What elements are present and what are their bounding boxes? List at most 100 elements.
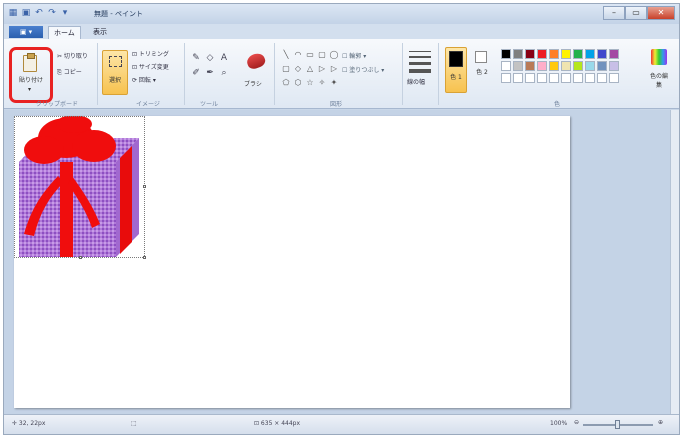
color1-label: 色 1	[450, 74, 462, 81]
resize-handle-bottom[interactable]	[79, 256, 82, 259]
undo-icon[interactable]: ↶	[34, 8, 44, 18]
cut-button[interactable]: ✂ 切り取り	[57, 51, 88, 60]
palette-swatch[interactable]	[513, 49, 523, 59]
color2-swatch	[475, 51, 487, 63]
palette-swatch[interactable]	[513, 61, 523, 71]
palette-swatch[interactable]	[561, 49, 571, 59]
palette-swatch[interactable]	[573, 73, 583, 83]
color1-button[interactable]: 色 1	[445, 47, 467, 93]
palette-swatch[interactable]	[561, 61, 571, 71]
zoom-in-button[interactable]: ⊕	[658, 419, 663, 426]
image-group-label: イメージ	[136, 101, 160, 108]
redo-icon[interactable]: ↷	[47, 8, 57, 18]
size-button[interactable]	[409, 51, 431, 77]
selection-size-icon: ⬚	[131, 420, 137, 427]
outline-button[interactable]: ☐ 輪郭 ▾	[342, 51, 366, 60]
zoom-slider-thumb[interactable]	[615, 420, 620, 429]
palette-swatch[interactable]	[549, 49, 559, 59]
select-button[interactable]: 選択	[102, 50, 128, 95]
select-label: 選択	[108, 77, 121, 84]
eraser-icon[interactable]: ✐	[190, 68, 202, 79]
save-icon[interactable]: ▣	[21, 8, 31, 18]
copy-button[interactable]: ⎘ コピー	[57, 67, 82, 77]
maximize-button[interactable]: ▭	[625, 6, 647, 20]
tools-group-label: ツール	[200, 101, 219, 108]
palette-swatch[interactable]	[597, 73, 607, 83]
group-separator	[184, 43, 185, 105]
group-separator	[402, 43, 403, 105]
shape-curve-icon[interactable]: ◠	[293, 49, 303, 61]
paste-button[interactable]: 貼り付け ▾	[9, 47, 53, 103]
shape-star4-icon[interactable]: ✧	[317, 77, 327, 89]
palette-swatch[interactable]	[537, 49, 547, 59]
zoom-slider[interactable]	[583, 420, 653, 429]
shape-star6-icon[interactable]: ✦	[329, 77, 339, 89]
resize-handle-corner[interactable]	[143, 256, 146, 259]
palette-swatch[interactable]	[537, 73, 547, 83]
color-palette	[501, 49, 619, 83]
palette-swatch[interactable]	[549, 73, 559, 83]
palette-swatch[interactable]	[501, 49, 511, 59]
pencil-icon[interactable]: ✎	[190, 53, 202, 64]
shape-triangle-icon[interactable]: △	[305, 63, 315, 75]
shape-hexagon-icon[interactable]: ⬡	[293, 77, 303, 89]
palette-swatch[interactable]	[501, 61, 511, 71]
palette-swatch[interactable]	[597, 61, 607, 71]
qat-dropdown-icon[interactable]: ▾	[60, 8, 70, 18]
paint-app-icon[interactable]: ▦	[8, 8, 18, 18]
palette-swatch[interactable]	[585, 49, 595, 59]
palette-swatch[interactable]	[609, 61, 619, 71]
palette-swatch[interactable]	[561, 73, 571, 83]
shape-line-icon[interactable]: ╲	[281, 49, 291, 61]
brush-icon	[245, 51, 267, 71]
line-medium	[409, 56, 431, 58]
rotate-button[interactable]: ⟳ 回転 ▾	[132, 75, 156, 84]
shape-rect-icon[interactable]: ▭	[305, 49, 315, 61]
shapes-gallery: ╲ ◠ ▭ ▢ ◯ ▢ ◇ △ ▷ ▷ ⬠ ⬡ ☆ ✧ ✦	[281, 49, 339, 89]
palette-swatch[interactable]	[573, 49, 583, 59]
resize-handle-right[interactable]	[143, 185, 146, 188]
shape-right-triangle-icon[interactable]: ▷	[317, 63, 327, 75]
clipboard-group-label: クリップボード	[36, 101, 79, 108]
palette-swatch[interactable]	[585, 73, 595, 83]
crop-button[interactable]: ⊡ トリミング	[132, 49, 169, 58]
file-menu-button[interactable]: ▣ ▾	[9, 26, 43, 38]
shape-star-icon[interactable]: ☆	[305, 77, 315, 89]
palette-swatch[interactable]	[549, 61, 559, 71]
shape-polygon-icon[interactable]: ▢	[281, 63, 291, 75]
text-icon[interactable]: A	[218, 53, 230, 64]
minimize-button[interactable]: –	[603, 6, 625, 20]
palette-swatch[interactable]	[609, 73, 619, 83]
shape-pentagon-icon[interactable]: ⬠	[281, 77, 291, 89]
magnifier-icon[interactable]: ⌕	[218, 68, 230, 79]
fill-icon[interactable]: ◇	[204, 53, 216, 64]
brush-button[interactable]	[244, 51, 268, 75]
palette-swatch[interactable]	[525, 49, 535, 59]
zoom-out-button[interactable]: ⊖	[574, 419, 579, 426]
palette-swatch[interactable]	[537, 61, 547, 71]
window-controls: – ▭ ✕	[603, 6, 675, 20]
palette-swatch[interactable]	[513, 73, 523, 83]
palette-swatch[interactable]	[573, 61, 583, 71]
palette-swatch[interactable]	[597, 49, 607, 59]
close-button[interactable]: ✕	[647, 6, 675, 20]
palette-swatch[interactable]	[501, 73, 511, 83]
shape-diamond-icon[interactable]: ◇	[293, 63, 303, 75]
vertical-scrollbar[interactable]	[670, 110, 679, 414]
palette-swatch[interactable]	[525, 61, 535, 71]
selection-rectangle[interactable]	[14, 116, 146, 259]
shape-oval-icon[interactable]: ◯	[329, 49, 339, 61]
palette-swatch[interactable]	[525, 73, 535, 83]
edit-colors-button[interactable]: 色の編集	[649, 49, 669, 95]
palette-swatch[interactable]	[585, 61, 595, 71]
drawing-canvas[interactable]	[14, 116, 570, 408]
resize-button[interactable]: ⊡ サイズ変更	[132, 62, 169, 71]
color2-button[interactable]: 色 2	[475, 51, 489, 91]
shape-rounded-rect-icon[interactable]: ▢	[317, 49, 327, 61]
shape-arrow-icon[interactable]: ▷	[329, 63, 339, 75]
fill-button[interactable]: ☐ 塗りつぶし ▾	[342, 65, 384, 74]
tab-view[interactable]: 表示	[88, 26, 112, 39]
color-picker-icon[interactable]: ✒	[204, 68, 216, 79]
tab-home[interactable]: ホーム	[48, 26, 81, 39]
palette-swatch[interactable]	[609, 49, 619, 59]
